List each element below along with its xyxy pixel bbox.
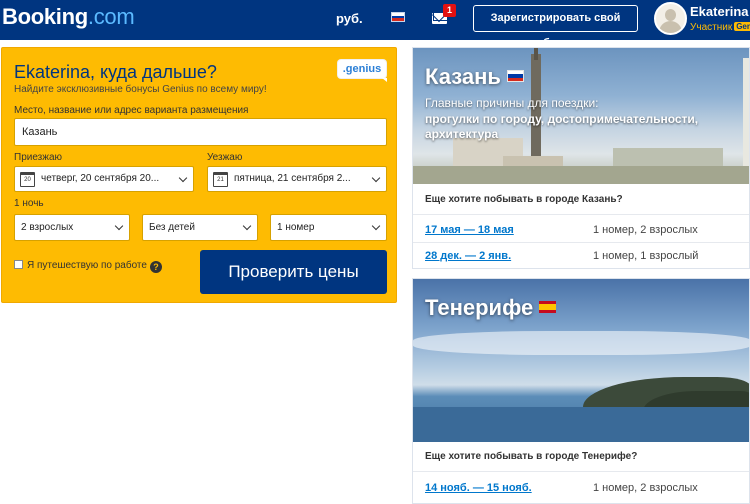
checkin-date-field[interactable]: 20 четверг, 20 сентября 20... <box>14 166 194 192</box>
booking-logo[interactable]: Booking.com <box>2 4 135 30</box>
search-title: Ekaterina, куда дальше? <box>14 62 217 82</box>
tenerife-trip-rooms: 1 номер, 2 взрослых <box>593 482 698 494</box>
checkin-label: Приезжаю <box>14 152 63 163</box>
user-level: Участник Gen <box>690 22 750 33</box>
spain-flag-icon <box>539 301 557 313</box>
chevron-down-icon <box>242 221 252 231</box>
nights-count: 1 ночь <box>14 198 44 209</box>
register-property-button[interactable]: Зарегистрировать свой объект <box>473 5 638 49</box>
kazan-trip-dates-link[interactable]: 28 дек. — 2 янв. <box>425 250 511 262</box>
language-flag-icon[interactable] <box>391 12 405 22</box>
search-panel: Ekaterina, куда дальше? Найдите эксклюзи… <box>1 47 397 303</box>
divider <box>413 471 749 472</box>
russia-flag-icon <box>506 70 524 82</box>
chevron-down-icon <box>114 221 124 231</box>
rooms-select[interactable]: 1 номер <box>270 214 387 241</box>
messages-count-badge: 1 <box>443 4 456 17</box>
top-header: Booking.com руб. 1 Зарегистрировать свой… <box>0 0 750 49</box>
kazan-trip-rooms: 1 номер, 1 взрослый <box>593 250 699 262</box>
kazan-photo: Казань Главные причины для поездки: прог… <box>413 48 749 184</box>
children-select[interactable]: Без детей <box>142 214 258 241</box>
genius-level-badge: Gen <box>734 22 750 31</box>
business-travel-checkbox[interactable] <box>14 260 23 269</box>
checkout-date-field[interactable]: 21 пятница, 21 сентября 2... <box>207 166 387 192</box>
user-avatar[interactable] <box>654 2 687 35</box>
checkout-label: Уезжаю <box>207 152 243 163</box>
kazan-title: Казань <box>425 64 524 90</box>
kazan-reasons-label: Главные причины для поездки: <box>425 96 599 110</box>
tenerife-visit-question: Еще хотите побывать в городе Тенерифе? <box>425 451 638 462</box>
destination-card-kazan[interactable]: Казань Главные причины для поездки: прог… <box>412 47 750 269</box>
calendar-icon: 20 <box>20 172 35 187</box>
destination-label: Место, название или адрес варианта разме… <box>14 105 249 116</box>
kazan-trip-rooms: 1 номер, 2 взрослых <box>593 224 698 236</box>
kazan-trip-dates-link[interactable]: 17 мая — 18 мая <box>425 224 514 236</box>
tenerife-title: Тенерифе <box>425 295 557 321</box>
genius-logo: .genius <box>338 60 387 82</box>
kazan-reasons: прогулки по городу, достопримечательност… <box>425 112 699 141</box>
rooms-value: 1 номер <box>277 222 315 233</box>
divider <box>413 242 749 243</box>
destination-input[interactable]: Казань <box>14 118 387 146</box>
business-travel-label: Я путешествую по работе <box>27 260 147 271</box>
destination-card-tenerife[interactable]: Тенерифе Еще хотите побывать в городе Те… <box>412 278 750 504</box>
business-travel-option[interactable]: Я путешествую по работе? <box>14 260 162 273</box>
checkin-date-value: четверг, 20 сентября 20... <box>41 173 160 184</box>
search-subtitle: Найдите эксклюзивные бонусы Genius по вс… <box>14 84 267 95</box>
children-value: Без детей <box>149 222 195 233</box>
user-name[interactable]: Ekaterina <box>690 4 749 19</box>
currency-selector[interactable]: руб. <box>336 11 363 26</box>
adults-select[interactable]: 2 взрослых <box>14 214 130 241</box>
adults-value: 2 взрослых <box>21 222 74 233</box>
tenerife-photo: Тенерифе <box>413 279 749 442</box>
calendar-icon: 21 <box>213 172 228 187</box>
help-icon[interactable]: ? <box>149 261 162 273</box>
chevron-down-icon <box>371 221 381 231</box>
checkout-date-value: пятница, 21 сентября 2... <box>234 173 351 184</box>
kazan-visit-question: Еще хотите побывать в городе Казань? <box>425 194 623 205</box>
tenerife-trip-dates-link[interactable]: 14 нояб. — 15 нояб. <box>425 482 532 494</box>
check-prices-button[interactable]: Проверить цены <box>200 250 387 294</box>
divider <box>413 214 749 215</box>
